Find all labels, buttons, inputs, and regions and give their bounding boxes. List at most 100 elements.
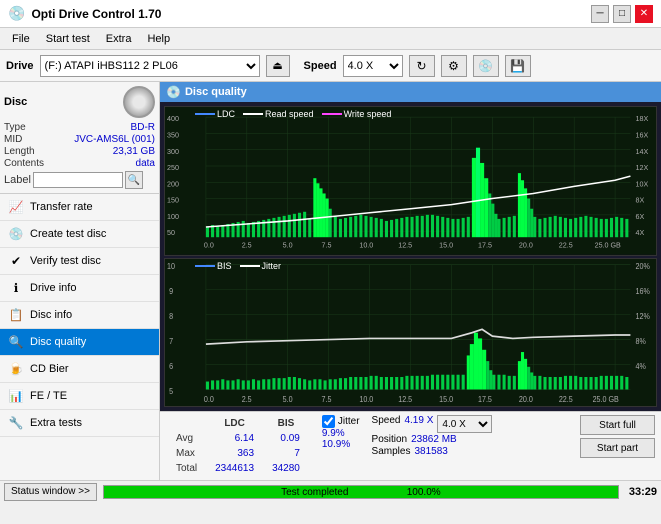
menu-start-test[interactable]: Start test [38, 31, 98, 47]
svg-text:2.5: 2.5 [242, 394, 252, 403]
stats-ldc-header: LDC [207, 417, 262, 430]
disc-length-value: 23,31 GB [113, 146, 155, 157]
svg-text:20%: 20% [636, 261, 651, 270]
speed-label: Speed [304, 60, 337, 72]
svg-text:10X: 10X [636, 180, 649, 188]
sidebar-item-disc-info[interactable]: 📋 Disc info [0, 302, 159, 329]
svg-text:12.5: 12.5 [398, 241, 412, 249]
settings-button[interactable]: ⚙ [441, 55, 467, 77]
stats-bis-header: BIS [264, 417, 308, 430]
maximize-button[interactable]: □ [613, 5, 631, 23]
sidebar-item-disc-quality-label: Disc quality [30, 336, 86, 348]
speed-selector[interactable]: 4.0 X [343, 55, 403, 77]
disc-info-icon: 📋 [8, 307, 24, 323]
stats-max-bis: 7 [264, 447, 308, 460]
svg-text:6X: 6X [636, 213, 645, 221]
drive-selector[interactable]: (F:) ATAPI iHBS112 2 PL06 [40, 55, 260, 77]
chart1-legend: LDC Read speed Write speed [195, 109, 391, 119]
svg-text:300: 300 [167, 148, 179, 156]
svg-text:8: 8 [169, 311, 173, 320]
disc-length-label: Length [4, 146, 35, 157]
svg-text:4X: 4X [636, 229, 645, 237]
jitter-legend-color [240, 265, 260, 267]
svg-text:14X: 14X [636, 148, 649, 156]
svg-text:400: 400 [167, 115, 179, 123]
close-button[interactable]: ✕ [635, 5, 653, 23]
sidebar-item-create-test-disc[interactable]: 💿 Create test disc [0, 221, 159, 248]
jitter-checkbox[interactable] [322, 415, 335, 428]
menu-help[interactable]: Help [139, 31, 178, 47]
create-test-disc-icon: 💿 [8, 226, 24, 242]
svg-text:6: 6 [169, 361, 173, 370]
svg-text:7.5: 7.5 [322, 394, 332, 403]
disc-type-row: Type BD-R [4, 122, 155, 133]
status-text: Test completed [281, 487, 348, 498]
refresh-button[interactable]: ↻ [409, 55, 435, 77]
chart2-svg: 10 9 8 7 6 5 20% 16% 12% 8% 4% 0.0 2 [165, 259, 656, 407]
disc-length-row: Length 23,31 GB [4, 146, 155, 157]
svg-text:20.0: 20.0 [519, 394, 533, 403]
svg-text:10.0: 10.0 [359, 394, 373, 403]
disc-label-input[interactable] [33, 172, 123, 188]
action-buttons: Start full Start part [580, 415, 655, 458]
sidebar-item-transfer-rate-label: Transfer rate [30, 201, 93, 213]
sidebar-item-drive-info[interactable]: ℹ Drive info [0, 275, 159, 302]
stats-total-label: Total [168, 462, 205, 475]
status-time: 33:29 [629, 486, 657, 498]
jitter-legend-label: Jitter [262, 261, 282, 271]
eject-button[interactable]: ⏏ [266, 55, 290, 77]
stats-avg-bis: 0.09 [264, 432, 308, 445]
statusbar: Status window >> Test completed 100.0% 3… [0, 480, 661, 502]
menu-file[interactable]: File [4, 31, 38, 47]
samples-row: Samples 381583 [372, 446, 493, 457]
content-area: 💿 Disc quality LDC Read speed [160, 82, 661, 480]
jitter-avg-row: 9.9% [322, 428, 360, 439]
sidebar-item-extra-tests[interactable]: 🔧 Extra tests [0, 410, 159, 437]
svg-text:17.5: 17.5 [478, 241, 492, 249]
svg-text:15.0: 15.0 [439, 394, 453, 403]
svg-text:16%: 16% [636, 286, 651, 295]
sidebar-item-fe-te[interactable]: 📊 FE / TE [0, 383, 159, 410]
speed-section: Speed 4.19 X 4.0 X Position 23862 MB Sam… [372, 415, 493, 457]
svg-text:2.5: 2.5 [242, 241, 252, 249]
transfer-rate-icon: 📈 [8, 199, 24, 215]
menu-extra[interactable]: Extra [98, 31, 140, 47]
svg-text:20.0: 20.0 [519, 241, 533, 249]
samples-value: 381583 [414, 446, 447, 457]
speed-select-inline[interactable]: 4.0 X [437, 415, 492, 433]
jitter-max-row: 10.9% [322, 439, 360, 450]
verify-test-disc-icon: ✔ [8, 253, 24, 269]
start-part-button[interactable]: Start part [580, 438, 655, 458]
minimize-button[interactable]: ─ [591, 5, 609, 23]
start-full-button[interactable]: Start full [580, 415, 655, 435]
sidebar: Disc Type BD-R MID JVC-AMS6L (001) Lengt… [0, 82, 160, 480]
svg-text:5: 5 [169, 386, 173, 395]
sidebar-item-verify-test-disc[interactable]: ✔ Verify test disc [0, 248, 159, 275]
read-speed-legend-label: Read speed [265, 109, 314, 119]
position-value: 23862 MB [411, 434, 457, 445]
charts-container: LDC Read speed Write speed [160, 102, 661, 411]
titlebar-controls: ─ □ ✕ [591, 5, 653, 23]
write-speed-legend-item: Write speed [322, 109, 392, 119]
disc-label-button[interactable]: 🔍 [125, 171, 143, 189]
status-window-button[interactable]: Status window >> [4, 483, 97, 501]
svg-text:200: 200 [167, 180, 179, 188]
stats-total-ldc: 2344613 [207, 462, 262, 475]
svg-text:7: 7 [169, 336, 173, 345]
position-label: Position [372, 434, 408, 445]
sidebar-item-cd-bier[interactable]: 🍺 CD Bier [0, 356, 159, 383]
svg-text:25.0 GB: 25.0 GB [595, 241, 621, 249]
jitter-section: Jitter 9.9% 10.9% [322, 415, 360, 450]
progress-percent: 100.0% [407, 487, 441, 498]
titlebar-left: 💿 Opti Drive Control 1.70 [8, 5, 161, 22]
sidebar-nav: 📈 Transfer rate 💿 Create test disc ✔ Ver… [0, 194, 159, 480]
disc-section-title: Disc [4, 96, 27, 108]
disc-type-value: BD-R [131, 122, 155, 133]
save-button[interactable]: 💾 [505, 55, 531, 77]
sidebar-item-transfer-rate[interactable]: 📈 Transfer rate [0, 194, 159, 221]
disc-button[interactable]: 💿 [473, 55, 499, 77]
jitter-max-value: 10.9% [322, 439, 350, 450]
disc-label-row: Label 🔍 [4, 171, 155, 189]
sidebar-item-disc-quality[interactable]: 🔍 Disc quality [0, 329, 159, 356]
write-speed-legend-label: Write speed [344, 109, 392, 119]
